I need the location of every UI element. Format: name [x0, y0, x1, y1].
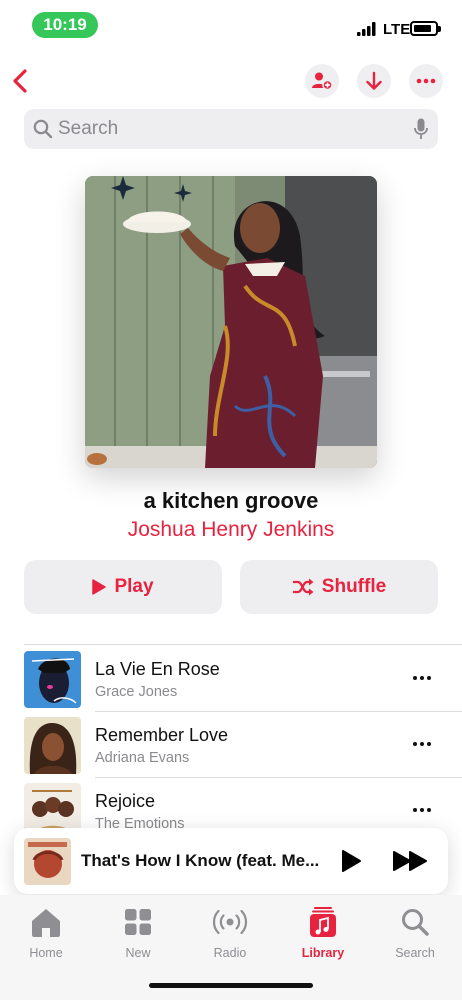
download-arrow-icon: [366, 71, 382, 90]
track-title: Rejoice: [95, 791, 156, 811]
download-button[interactable]: [357, 64, 391, 98]
track-row[interactable]: La Vie En Rose Grace Jones: [24, 646, 462, 712]
shuffle-icon: [292, 578, 314, 596]
playlist-title: a kitchen groove: [143, 488, 319, 513]
tab-search[interactable]: Search: [369, 907, 461, 963]
network-type: LTE: [383, 21, 411, 38]
ellipsis-icon: [416, 78, 436, 84]
house-icon: [32, 909, 60, 937]
shuffle-button-label: Shuffle: [321, 576, 387, 597]
track-more-icon[interactable]: [412, 668, 432, 688]
home-indicator[interactable]: [149, 983, 313, 988]
tracklist-divider: [24, 644, 462, 645]
search-bar[interactable]: [24, 109, 438, 149]
back-button[interactable]: [6, 64, 38, 98]
next-track-icon[interactable]: [392, 849, 430, 873]
cellular-signal-icon: [357, 22, 376, 36]
now-playing-bar[interactable]: That's How I Know (feat. Me...: [14, 828, 448, 894]
track-title: La Vie En Rose: [95, 659, 220, 679]
tab-label: New: [125, 946, 151, 960]
play-icon[interactable]: [340, 849, 362, 873]
grid-icon: [125, 909, 151, 935]
tab-label: Home: [29, 946, 63, 960]
chevron-left-icon: [13, 69, 27, 93]
tab-label: Library: [301, 946, 345, 960]
play-icon: [92, 579, 107, 595]
play-button-label: Play: [114, 576, 154, 597]
tab-label: Search: [395, 946, 435, 960]
tab-library[interactable]: Library: [277, 907, 369, 963]
search-icon: [402, 909, 429, 936]
tab-home[interactable]: Home: [0, 907, 92, 963]
playlist-curator[interactable]: Joshua Henry Jenkins: [0, 518, 462, 542]
artwork-image: [85, 176, 377, 468]
tab-label: Radio: [213, 946, 247, 960]
now-playing-title: That's How I Know (feat. Me...: [81, 851, 320, 870]
track-artist: Grace Jones: [95, 684, 178, 700]
now-playing-artwork: [24, 838, 71, 885]
music-note-icon: [310, 907, 336, 937]
magnifier-icon: [33, 119, 53, 139]
status-time[interactable]: 10:19: [32, 12, 98, 38]
microphone-icon[interactable]: [414, 118, 428, 140]
status-bar: 10:19 LTE: [0, 0, 462, 50]
track-title: Remember Love: [95, 725, 229, 745]
track-more-icon[interactable]: [412, 800, 432, 820]
track-artist: Adriana Evans: [95, 750, 190, 766]
track-more-icon[interactable]: [412, 734, 432, 754]
more-options-button[interactable]: [409, 64, 443, 98]
add-collaborator-button[interactable]: [305, 64, 339, 98]
play-button[interactable]: Play: [24, 560, 222, 614]
tab-radio[interactable]: Radio: [184, 907, 276, 963]
track-row[interactable]: Remember Love Adriana Evans: [24, 712, 462, 778]
search-input[interactable]: [58, 109, 398, 149]
battery-icon: [410, 21, 441, 36]
tab-new[interactable]: New: [92, 907, 184, 963]
shuffle-button[interactable]: Shuffle: [240, 560, 438, 614]
person-add-icon: [312, 72, 333, 91]
radio-icon: [212, 909, 248, 935]
track-artwork: [24, 651, 81, 708]
track-artwork: [24, 717, 81, 774]
playlist-artwork[interactable]: [85, 176, 377, 468]
